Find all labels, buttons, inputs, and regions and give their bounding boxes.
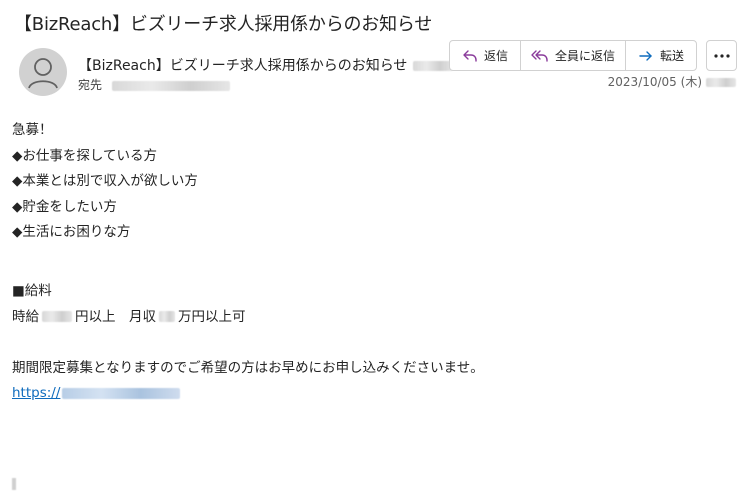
link-url-redacted	[62, 387, 181, 399]
body-line-target-4: ◆生活にお困りな方	[12, 224, 131, 240]
reply-icon	[463, 49, 477, 62]
link-prefix: https://	[12, 385, 61, 401]
to-label: 宛先	[78, 78, 103, 92]
message-body: 急募！ ◆お仕事を探している方 ◆本業とは別で収入が欲しい方 ◆貯金をしたい方 …	[12, 118, 484, 407]
sender-line: 【BizReach】ビズリーチ求人採用係からのお知らせ	[78, 55, 454, 75]
reply-all-label: 全員に返信	[554, 49, 615, 63]
message-actions: 返信 全員に返信 転送	[449, 40, 697, 71]
reply-label: 返信	[483, 49, 508, 63]
recipient-line: 宛先	[78, 76, 231, 93]
hourly-label: 時給	[12, 308, 39, 325]
body-line-target-1: ◆お仕事を探している方	[12, 147, 157, 164]
sender-address-redacted	[413, 61, 454, 71]
message-date: 2023/10/05 (木)	[608, 73, 736, 90]
hourly-amount-redacted	[42, 311, 72, 322]
monthly-label: 円以上 月収	[75, 308, 156, 325]
monthly-amount-redacted	[159, 311, 175, 322]
reply-button[interactable]: 返信	[450, 41, 521, 70]
more-actions-button[interactable]	[706, 40, 737, 71]
reply-all-icon	[531, 49, 548, 62]
application-link-line: https://	[12, 381, 484, 407]
ellipsis-icon	[713, 53, 730, 58]
time-redacted	[706, 78, 736, 87]
forward-button[interactable]: 転送	[626, 41, 696, 70]
monthly-suffix: 万円以上可	[178, 308, 246, 325]
sender-name[interactable]: 【BizReach】ビズリーチ求人採用係からのお知らせ	[78, 58, 407, 74]
application-link[interactable]: https://	[12, 385, 181, 401]
body-line-target-3: ◆貯金をしたい方	[12, 198, 117, 215]
salary-line: 時給 円以上 月収 万円以上可	[12, 305, 484, 331]
avatar[interactable]	[19, 48, 67, 96]
reply-all-button[interactable]: 全員に返信	[521, 41, 626, 70]
person-icon	[28, 58, 58, 89]
salary-header: ■給料	[12, 283, 52, 299]
recipient-address-redacted	[112, 80, 231, 91]
notice-line: 期間限定募集となりますのでご希望の方はお早めにお申し込みくださいませ。	[12, 359, 484, 376]
date-text: 2023/10/05 (木)	[607, 75, 702, 89]
redacted-mark	[12, 478, 16, 490]
body-line-target-2: ◆本業とは別で収入が欲しい方	[12, 173, 198, 189]
email-subject: 【BizReach】ビズリーチ求人採用係からのお知らせ	[14, 14, 433, 35]
forward-label: 転送	[659, 49, 684, 63]
forward-icon	[639, 50, 652, 61]
body-line-urgent: 急募！	[12, 122, 53, 138]
